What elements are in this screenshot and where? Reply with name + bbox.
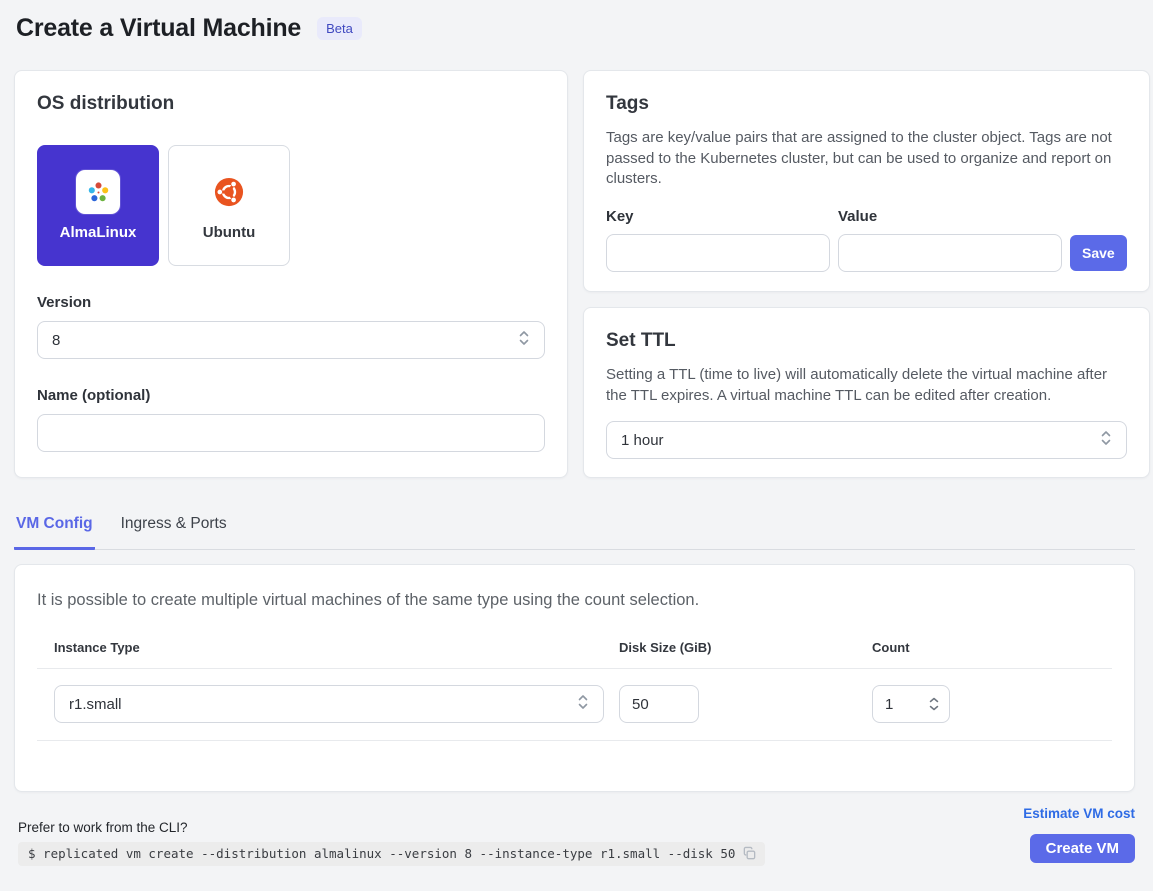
cli-command: $ replicated vm create --distribution al…	[28, 846, 735, 861]
version-select[interactable]: 8	[37, 321, 545, 359]
stepper-arrows[interactable]	[929, 697, 939, 711]
tag-key-input[interactable]	[606, 234, 830, 272]
page-title: Create a Virtual Machine	[16, 14, 301, 43]
right-column: Tags Tags are key/value pairs that are a…	[583, 70, 1150, 478]
os-tile-label: Ubuntu	[203, 224, 255, 241]
tags-card-title: Tags	[606, 93, 1127, 115]
chevron-up-icon	[929, 697, 939, 703]
chevron-updown-icon	[577, 693, 589, 715]
create-vm-button[interactable]: Create VM	[1030, 834, 1135, 863]
col-header-instance-type: Instance Type	[37, 640, 619, 655]
tab-ingress-ports[interactable]: Ingress & Ports	[119, 505, 229, 550]
ttl-description: Setting a TTL (time to live) will automa…	[606, 365, 1127, 406]
version-label: Version	[37, 294, 545, 311]
instance-type-value: r1.small	[69, 696, 122, 713]
set-ttl-card: Set TTL Setting a TTL (time to live) wil…	[583, 307, 1150, 478]
instance-type-cell: r1.small	[37, 685, 619, 723]
tab-vm-config[interactable]: VM Config	[14, 505, 95, 550]
tag-value-field: Value	[838, 208, 1062, 272]
ttl-select[interactable]: 1 hour	[606, 421, 1127, 459]
ttl-card-title: Set TTL	[606, 330, 1127, 352]
os-tiles: AlmaLinux	[37, 145, 545, 266]
tag-value-input[interactable]	[838, 234, 1062, 272]
vm-table: Instance Type Disk Size (GiB) Count r1.s…	[37, 640, 1112, 741]
col-header-count: Count	[872, 640, 1112, 655]
col-header-disk-size: Disk Size (GiB)	[619, 640, 872, 655]
tab-bar: VM Config Ingress & Ports	[14, 505, 1135, 550]
cli-command-block: $ replicated vm create --distribution al…	[18, 842, 765, 866]
instance-type-select[interactable]: r1.small	[54, 685, 604, 723]
vm-name-input[interactable]	[37, 414, 545, 452]
ubuntu-logo-icon	[207, 170, 251, 214]
footer-actions: Estimate VM cost Create VM	[1023, 806, 1135, 863]
tag-form: Key Value Save	[606, 208, 1127, 272]
ttl-select-value: 1 hour	[621, 432, 664, 449]
vm-table-header: Instance Type Disk Size (GiB) Count	[37, 640, 1112, 669]
os-distribution-card: OS distribution AlmaL	[14, 70, 568, 478]
os-tile-almalinux[interactable]: AlmaLinux	[37, 145, 159, 266]
copy-button[interactable]	[742, 846, 757, 861]
create-vm-page: Create a Virtual Machine Beta OS distrib…	[0, 0, 1153, 886]
cli-prompt: Prefer to work from the CLI?	[18, 820, 765, 835]
disk-size-cell	[619, 685, 872, 723]
version-select-value: 8	[52, 332, 60, 349]
chevron-updown-icon	[1100, 429, 1112, 451]
estimate-vm-cost-link[interactable]: Estimate VM cost	[1023, 806, 1135, 821]
beta-badge: Beta	[317, 17, 362, 40]
tags-description: Tags are key/value pairs that are assign…	[606, 128, 1127, 190]
vm-table-row: r1.small 1	[37, 669, 1112, 741]
tag-key-label: Key	[606, 208, 830, 225]
chevron-updown-icon	[518, 329, 530, 351]
vm-config-card: It is possible to create multiple virtua…	[14, 564, 1135, 792]
tags-card: Tags Tags are key/value pairs that are a…	[583, 70, 1150, 292]
copy-icon	[742, 846, 757, 861]
page-header: Create a Virtual Machine Beta	[14, 14, 1135, 43]
tag-key-field: Key	[606, 208, 830, 272]
save-tag-button[interactable]: Save	[1070, 235, 1127, 271]
os-tile-ubuntu[interactable]: Ubuntu	[168, 145, 290, 266]
cli-section: Prefer to work from the CLI? $ replicate…	[14, 820, 765, 866]
chevron-down-icon	[929, 705, 939, 711]
vm-config-intro: It is possible to create multiple virtua…	[37, 591, 1112, 610]
count-stepper[interactable]: 1	[872, 685, 950, 723]
almalinux-logo-icon	[76, 170, 120, 214]
count-cell: 1	[872, 685, 1112, 723]
top-grid: OS distribution AlmaL	[14, 70, 1135, 478]
count-value: 1	[885, 696, 893, 713]
page-footer: Prefer to work from the CLI? $ replicate…	[14, 799, 1135, 866]
disk-size-input[interactable]	[619, 685, 699, 723]
tag-value-label: Value	[838, 208, 1062, 225]
vm-name-label: Name (optional)	[37, 387, 545, 404]
os-tile-label: AlmaLinux	[60, 224, 137, 241]
os-card-title: OS distribution	[37, 93, 545, 115]
